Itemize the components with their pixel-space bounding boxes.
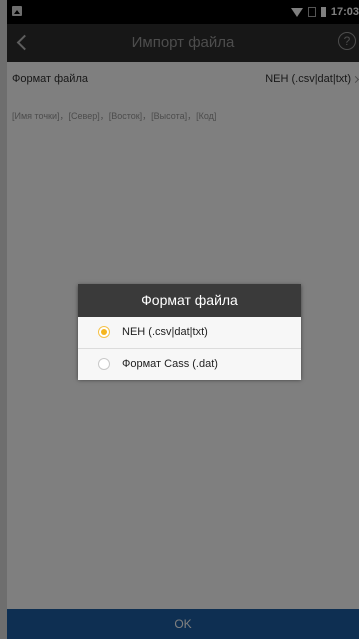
radio-unselected-icon[interactable] bbox=[98, 358, 110, 370]
file-format-dialog: Формат файла NEH (.csv|dat|txt) Формат C… bbox=[78, 284, 301, 380]
option-neh[interactable]: NEH (.csv|dat|txt) bbox=[78, 317, 301, 349]
option-label: Формат Cass (.dat) bbox=[122, 358, 218, 370]
radio-selected-icon[interactable] bbox=[98, 326, 110, 338]
option-cass[interactable]: Формат Cass (.dat) bbox=[78, 349, 301, 380]
dialog-title: Формат файла bbox=[78, 284, 301, 317]
app-screen: 17:03 Импорт файла ? Формат файла NEH (.… bbox=[7, 0, 359, 639]
option-label: NEH (.csv|dat|txt) bbox=[122, 326, 208, 338]
